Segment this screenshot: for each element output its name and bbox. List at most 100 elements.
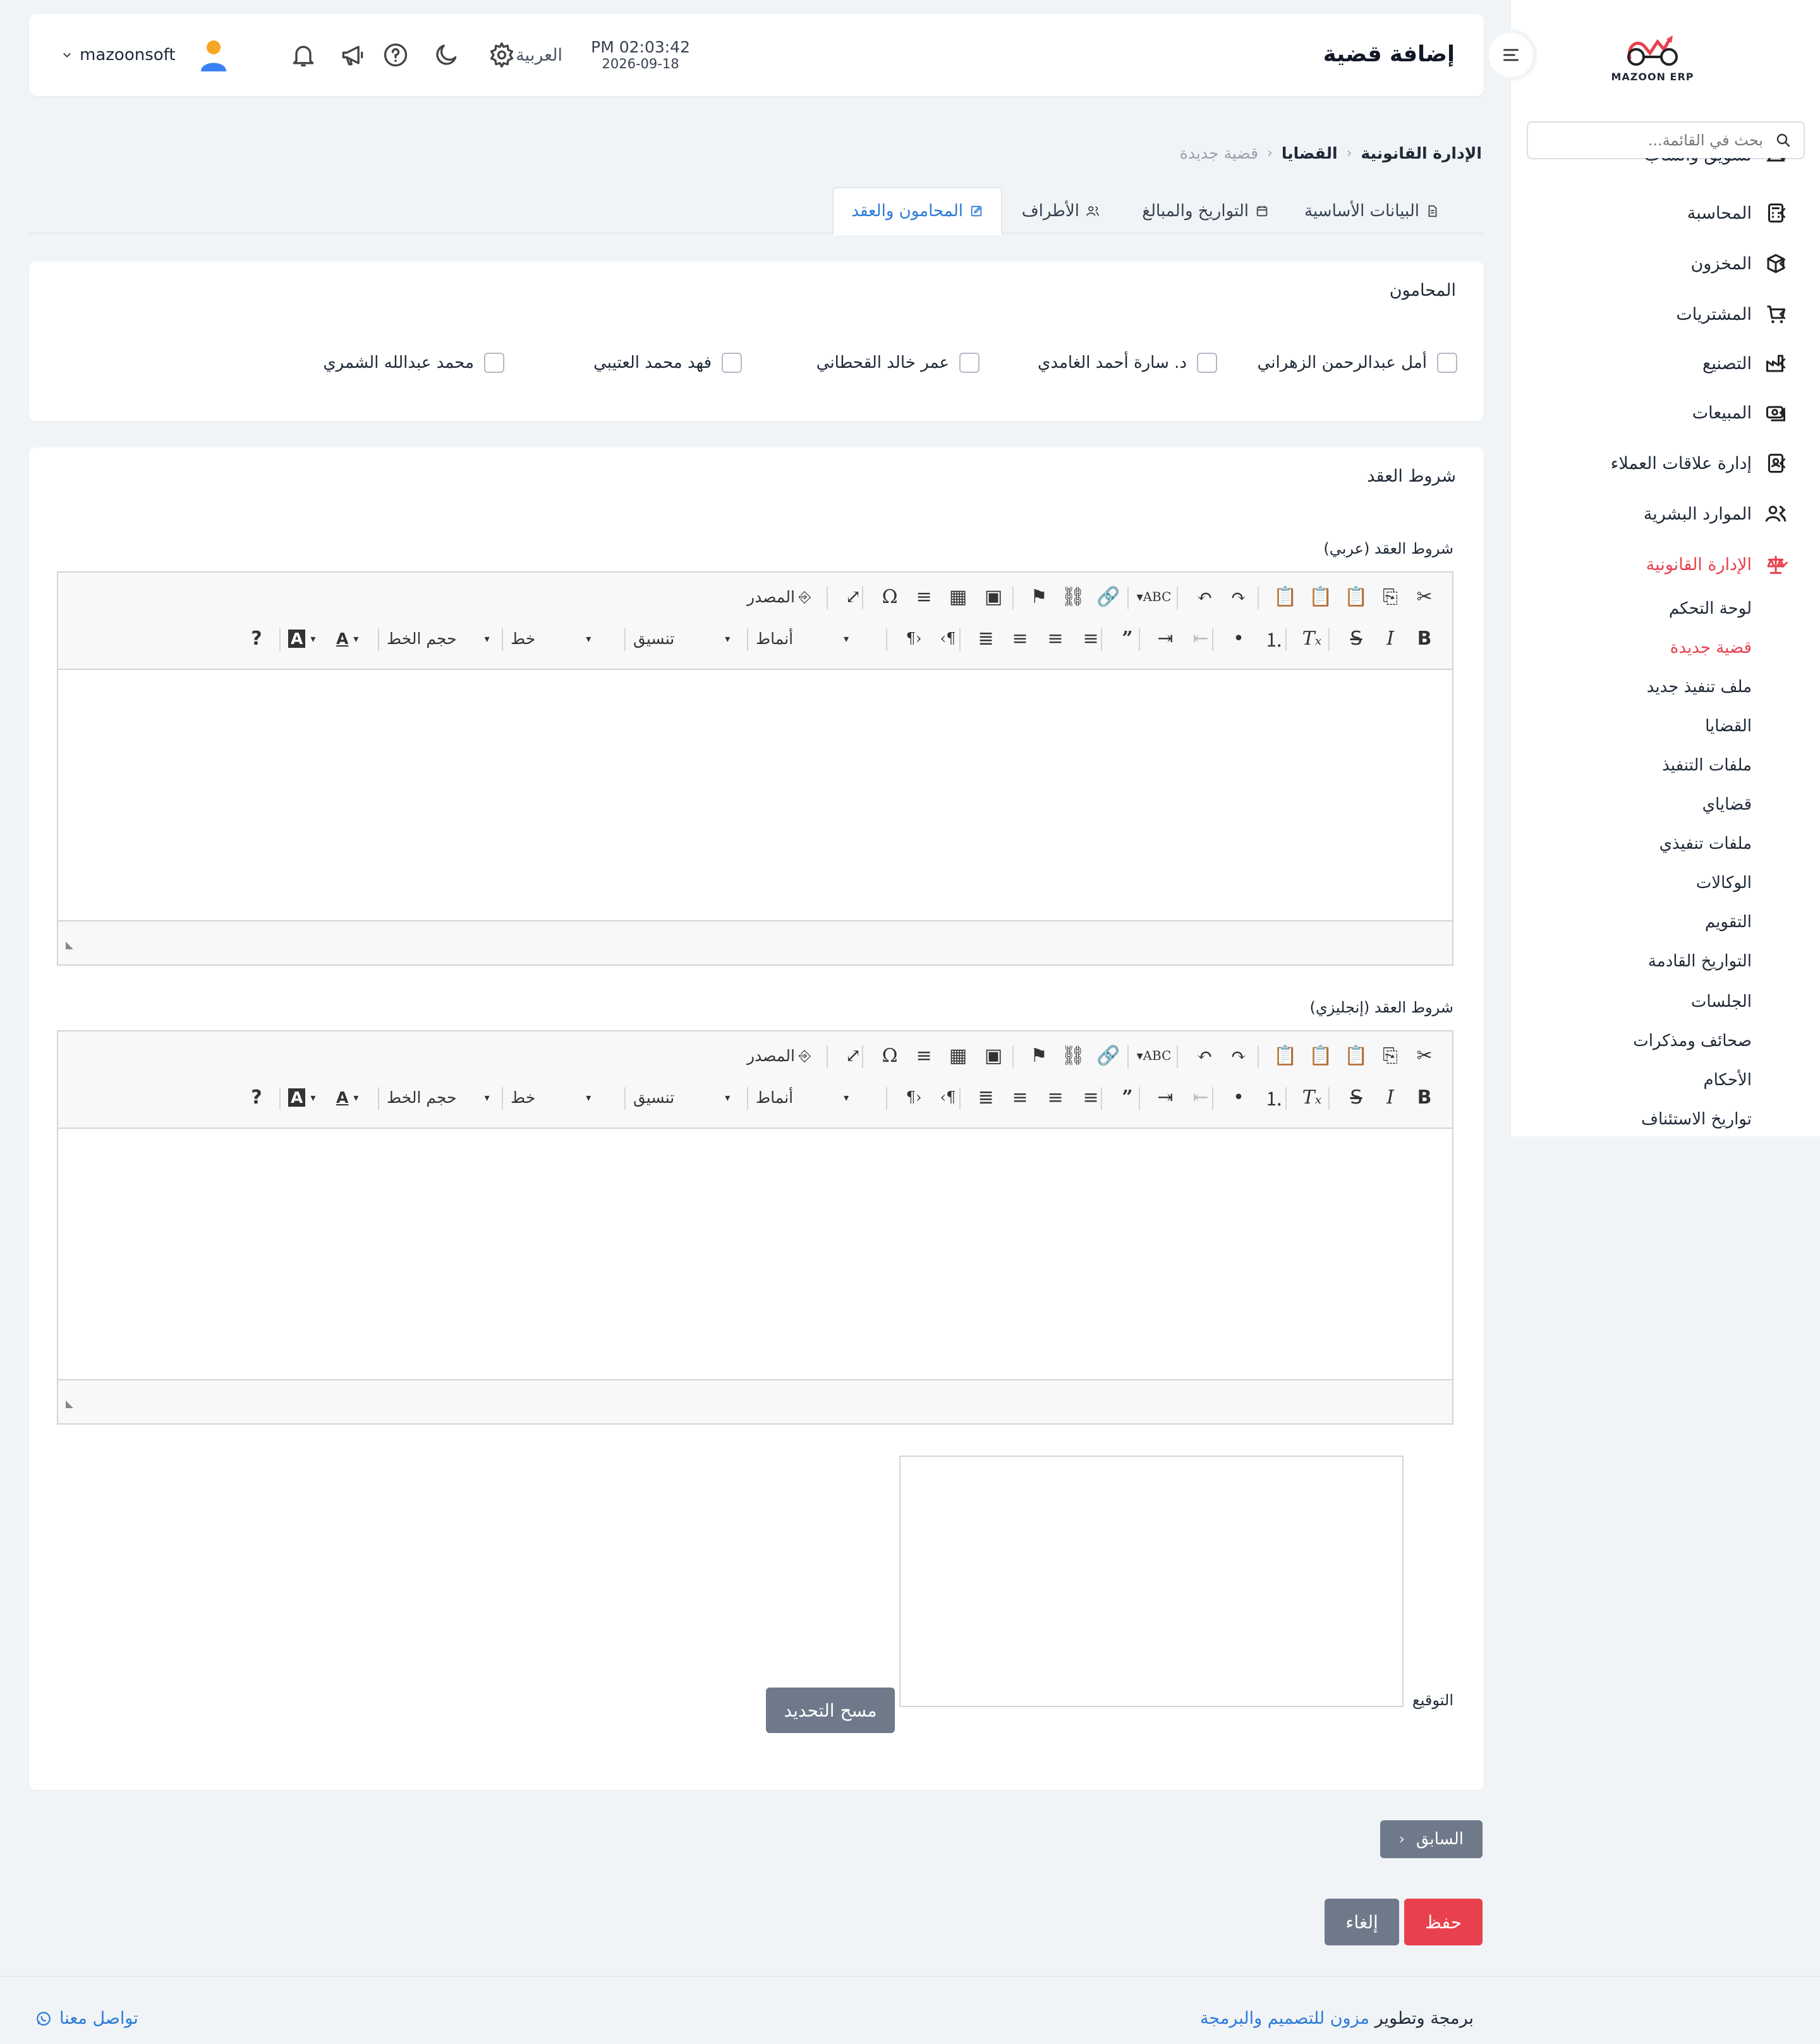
blockquote-icon[interactable]: ”: [1116, 1086, 1139, 1109]
tab-dates-amounts[interactable]: التواريخ والمبالغ: [1124, 187, 1287, 235]
bullet-list-icon[interactable]: •: [1227, 627, 1250, 650]
table-icon[interactable]: ▦: [947, 1044, 969, 1067]
tab-parties[interactable]: الأطراف: [1004, 187, 1117, 235]
submenu-calendar[interactable]: التقويم: [1705, 913, 1752, 932]
lawyer-checkbox[interactable]: عمر خالد القحطاني: [816, 353, 980, 373]
align-justify-icon[interactable]: ≣: [974, 1086, 997, 1109]
save-button[interactable]: حفظ: [1404, 1899, 1483, 1945]
checkbox[interactable]: [1197, 353, 1217, 373]
bullet-list-icon[interactable]: •: [1227, 1086, 1250, 1109]
sidebar-search[interactable]: [1527, 121, 1805, 159]
help-icon[interactable]: ?: [245, 627, 268, 650]
redo-icon[interactable]: ↷: [1227, 585, 1250, 608]
sidebar-item-manufacturing[interactable]: التصنيع: [1510, 341, 1820, 386]
paste-icon[interactable]: 📋: [1344, 585, 1368, 608]
bg-color-dropdown[interactable]: ▾ A: [288, 626, 324, 651]
source-button[interactable]: ⎆ المصدر: [747, 1043, 811, 1068]
checkbox[interactable]: [1437, 353, 1457, 373]
submenu-memos[interactable]: صحائف ومذكرات: [1633, 1031, 1752, 1050]
language-switcher[interactable]: العربية: [516, 46, 562, 65]
blockquote-icon[interactable]: ”: [1116, 627, 1139, 650]
maximize-icon[interactable]: ⤢: [842, 585, 864, 608]
numbered-list-icon[interactable]: ⒈: [1263, 627, 1285, 652]
paste-word-icon[interactable]: 📋: [1273, 585, 1297, 608]
indent-icon[interactable]: ⇥: [1154, 1086, 1177, 1109]
checkbox[interactable]: [959, 353, 980, 373]
clear-signature-button[interactable]: مسح التحديد: [766, 1688, 895, 1733]
link-icon[interactable]: 🔗: [1096, 585, 1120, 608]
undo-icon[interactable]: ↶: [1193, 585, 1216, 608]
submenu-my-execution-files[interactable]: ملفات تنفيذي: [1659, 834, 1752, 853]
contract-arabic-editor[interactable]: ✂ ⎘ 📋 📋 📋 ↷ ↶ ABC▾ 🔗 ⛓ ⚑ ▣ ▦ ≡ Ω ⤢ ⎆ المص…: [57, 571, 1453, 966]
sidebar-item-whatsapp-marketing[interactable]: تسويق واتساب: [1510, 158, 1820, 177]
submenu-judgments[interactable]: الأحكام: [1703, 1071, 1752, 1090]
tab-lawyers-contract[interactable]: المحامون والعقد: [832, 187, 1002, 235]
align-right-icon[interactable]: ≡: [1009, 1086, 1031, 1109]
redo-icon[interactable]: ↷: [1227, 1044, 1250, 1067]
sidebar-item-crm[interactable]: إدارة علاقات العملاء: [1510, 441, 1820, 485]
signature-pad[interactable]: [899, 1456, 1404, 1707]
image-icon[interactable]: ▣: [982, 1044, 1005, 1067]
copy-icon[interactable]: ⎘: [1379, 1044, 1402, 1067]
special-char-icon[interactable]: Ω: [878, 1044, 901, 1067]
styles-dropdown[interactable]: ▾ أنماط: [756, 1085, 858, 1110]
sidebar-item-hr[interactable]: الموارد البشرية: [1510, 492, 1820, 536]
strikethrough-icon[interactable]: S: [1345, 1086, 1368, 1109]
bold-icon[interactable]: B: [1413, 1086, 1436, 1109]
submenu-dashboard[interactable]: لوحة التحكم: [1669, 599, 1752, 618]
help-icon[interactable]: [382, 41, 410, 69]
align-right-icon[interactable]: ≡: [1009, 627, 1031, 650]
user-menu[interactable]: mazoonsoft: [62, 39, 229, 71]
align-left-icon[interactable]: ≡: [1079, 1086, 1102, 1109]
horizontal-rule-icon[interactable]: ≡: [913, 1044, 935, 1067]
anchor-flag-icon[interactable]: ⚑: [1028, 1044, 1050, 1067]
link-icon[interactable]: 🔗: [1096, 1044, 1120, 1067]
breadcrumb-root[interactable]: الإدارة القانونية: [1361, 144, 1482, 162]
submenu-upcoming-dates[interactable]: التواريخ القادمة: [1648, 952, 1752, 971]
text-color-dropdown[interactable]: ▾ A: [336, 626, 367, 651]
table-icon[interactable]: ▦: [947, 585, 969, 608]
submenu-cases[interactable]: القضايا: [1705, 717, 1752, 736]
spellcheck-icon[interactable]: ABC▾: [1137, 1044, 1172, 1067]
contact-link[interactable]: تواصل معنا: [35, 2009, 138, 2028]
lawyer-checkbox[interactable]: فهد محمد العتيبي: [593, 353, 742, 373]
submenu-appeal-dates[interactable]: تواريخ الاستئناف: [1641, 1110, 1752, 1129]
rtl-icon[interactable]: ‹¶: [902, 1086, 925, 1109]
image-icon[interactable]: ▣: [982, 585, 1005, 608]
checkbox[interactable]: [484, 353, 504, 373]
italic-icon[interactable]: I: [1379, 627, 1402, 650]
outdent-icon[interactable]: ⇤: [1189, 1086, 1212, 1109]
special-char-icon[interactable]: Ω: [878, 585, 901, 608]
italic-icon[interactable]: I: [1379, 1086, 1402, 1109]
font-dropdown[interactable]: ▾ خط: [511, 1085, 600, 1110]
horizontal-rule-icon[interactable]: ≡: [913, 585, 935, 608]
ltr-icon[interactable]: ¶›: [937, 1086, 959, 1109]
align-justify-icon[interactable]: ≣: [974, 627, 997, 650]
lawyer-checkbox[interactable]: د. سارة أحمد الغامدي: [1038, 353, 1217, 373]
paste-text-icon[interactable]: 📋: [1309, 585, 1332, 608]
paste-icon[interactable]: 📋: [1344, 1044, 1368, 1067]
sidebar-item-accounting[interactable]: المحاسبة: [1510, 191, 1820, 235]
cut-icon[interactable]: ✂: [1413, 1044, 1436, 1067]
styles-dropdown[interactable]: ▾ أنماط: [756, 626, 858, 651]
anchor-flag-icon[interactable]: ⚑: [1028, 585, 1050, 608]
sidebar-item-sales[interactable]: المبيعات: [1510, 391, 1820, 435]
resize-grip-icon[interactable]: [63, 1398, 76, 1411]
undo-icon[interactable]: ↶: [1193, 1044, 1216, 1067]
strikethrough-icon[interactable]: S: [1345, 627, 1368, 650]
settings-icon[interactable]: [488, 41, 516, 69]
align-center-icon[interactable]: ≡: [1044, 1086, 1067, 1109]
brand-logo[interactable]: MAZOON ERP: [1586, 28, 1719, 91]
help-icon[interactable]: ?: [245, 1086, 268, 1109]
remove-format-icon[interactable]: Tₓ: [1301, 1086, 1323, 1109]
paste-text-icon[interactable]: 📋: [1309, 1044, 1332, 1067]
remove-format-icon[interactable]: Tₓ: [1301, 627, 1323, 650]
submenu-agencies[interactable]: الوكالات: [1696, 873, 1752, 892]
cancel-button[interactable]: إلغاء: [1325, 1899, 1399, 1945]
sidebar-item-purchases[interactable]: المشتريات: [1510, 292, 1820, 336]
cut-icon[interactable]: ✂: [1413, 585, 1436, 608]
menu-toggle-button[interactable]: [1485, 29, 1537, 81]
submenu-my-cases[interactable]: قضاياي: [1702, 795, 1752, 814]
submenu-new-case[interactable]: قضية جديدة: [1670, 638, 1752, 657]
footer-company-link[interactable]: مزون للتصميم والبرمجة: [1200, 2009, 1369, 2028]
